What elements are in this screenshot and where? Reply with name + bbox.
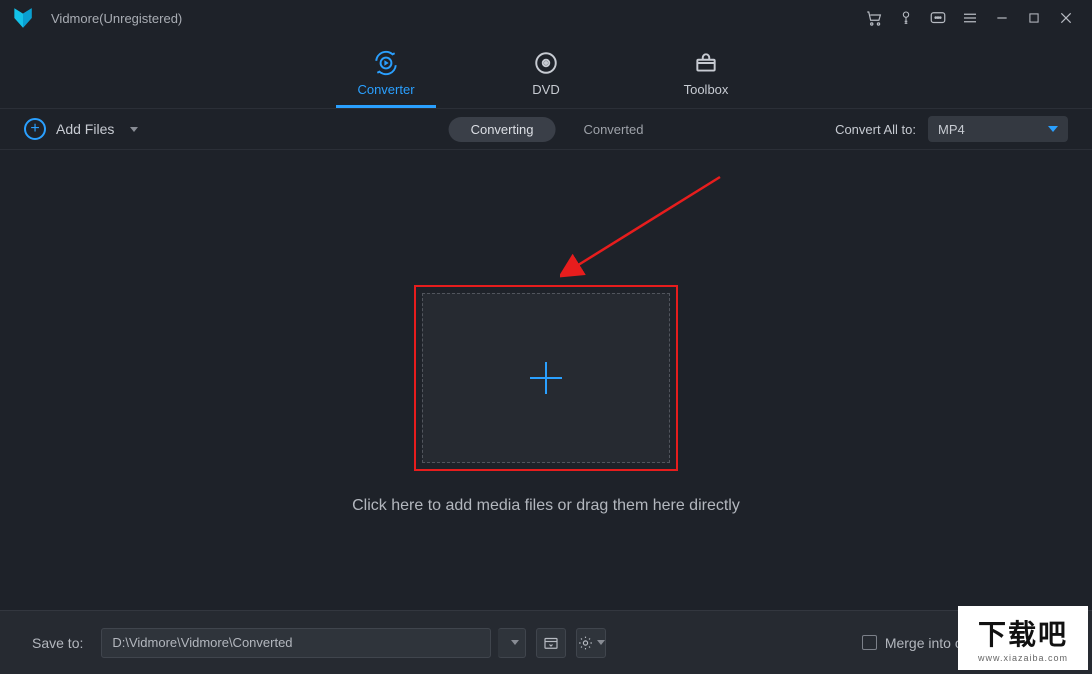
tab-converter[interactable]: Converter bbox=[336, 50, 436, 108]
drop-hint-text: Click here to add media files or drag th… bbox=[352, 497, 740, 515]
save-path-dropdown[interactable] bbox=[498, 628, 526, 658]
tab-bar: Converter DVD Toolbox bbox=[0, 36, 1092, 108]
checkbox-icon bbox=[862, 635, 877, 650]
toolbar: + Add Files Converting Converted Convert… bbox=[0, 108, 1092, 150]
minimize-icon[interactable] bbox=[986, 4, 1018, 32]
watermark-url: www.xiazaiba.com bbox=[978, 653, 1068, 663]
format-select[interactable]: MP4 bbox=[928, 116, 1068, 142]
converted-button[interactable]: Converted bbox=[583, 122, 643, 137]
close-icon[interactable] bbox=[1050, 4, 1082, 32]
menu-icon[interactable] bbox=[954, 4, 986, 32]
bottom-bar: Save to: D:\Vidmore\Vidmore\Converted Me… bbox=[0, 610, 1092, 674]
maximize-icon[interactable] bbox=[1018, 4, 1050, 32]
watermark-text: 下载吧 bbox=[978, 613, 1068, 653]
annotation-arrow-icon bbox=[560, 172, 730, 282]
tab-dvd[interactable]: DVD bbox=[496, 50, 596, 108]
chevron-down-icon bbox=[597, 640, 605, 645]
main-area: Click here to add media files or drag th… bbox=[0, 150, 1092, 610]
save-path-value: D:\Vidmore\Vidmore\Converted bbox=[112, 635, 292, 650]
chevron-down-icon bbox=[1048, 126, 1058, 132]
settings-button[interactable] bbox=[576, 628, 606, 658]
converting-button[interactable]: Converting bbox=[449, 117, 556, 142]
plus-icon bbox=[522, 354, 570, 402]
chevron-down-icon bbox=[511, 640, 519, 645]
title-bar: Vidmore(Unregistered) bbox=[0, 0, 1092, 36]
add-files-button[interactable]: + Add Files bbox=[24, 118, 138, 140]
add-files-label: Add Files bbox=[56, 121, 114, 137]
tab-toolbox-label: Toolbox bbox=[684, 82, 729, 97]
annotation-highlight bbox=[414, 285, 678, 471]
plus-circle-icon: + bbox=[24, 118, 46, 140]
watermark-overlay: 下载吧 www.xiazaiba.com bbox=[958, 606, 1088, 670]
drop-zone[interactable] bbox=[422, 293, 670, 463]
cart-icon[interactable] bbox=[858, 4, 890, 32]
tab-dvd-label: DVD bbox=[532, 82, 559, 97]
save-to-label: Save to: bbox=[32, 635, 83, 651]
open-folder-button[interactable] bbox=[536, 628, 566, 658]
format-value: MP4 bbox=[938, 122, 965, 137]
tab-toolbox[interactable]: Toolbox bbox=[656, 50, 756, 108]
tab-converter-label: Converter bbox=[357, 82, 414, 97]
save-path-input[interactable]: D:\Vidmore\Vidmore\Converted bbox=[101, 628, 491, 658]
feedback-icon[interactable] bbox=[922, 4, 954, 32]
key-icon[interactable] bbox=[890, 4, 922, 32]
convert-all-to-label: Convert All to: bbox=[835, 122, 916, 137]
app-logo-icon bbox=[10, 5, 36, 31]
app-title: Vidmore(Unregistered) bbox=[51, 11, 182, 26]
chevron-down-icon[interactable] bbox=[130, 127, 138, 132]
